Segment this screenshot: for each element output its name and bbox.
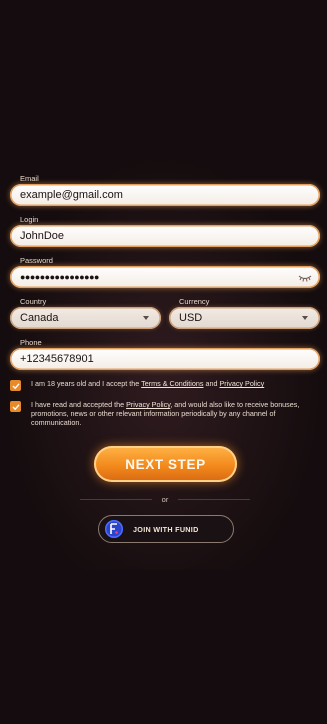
chevron-down-icon bbox=[302, 316, 308, 320]
currency-select[interactable]: USD bbox=[169, 307, 320, 329]
password-field[interactable]: ●●●●●●●●●●●●●●●● bbox=[10, 266, 320, 288]
phone-label: Phone bbox=[20, 338, 42, 347]
login-value: JohnDoe bbox=[20, 230, 65, 242]
password-value: ●●●●●●●●●●●●●●●● bbox=[20, 272, 99, 282]
password-label: Password bbox=[20, 256, 53, 265]
login-field[interactable]: JohnDoe bbox=[10, 225, 320, 247]
phone-value: +12345678901 bbox=[20, 353, 94, 365]
age-consent-row: I am 18 years old and I accept the Terms… bbox=[10, 379, 320, 391]
chevron-down-icon bbox=[143, 316, 149, 320]
funid-logo-icon bbox=[105, 520, 123, 538]
check-icon bbox=[12, 403, 20, 410]
marketing-privacy-policy-link[interactable]: Privacy Policy bbox=[126, 400, 170, 409]
or-label: or bbox=[161, 494, 169, 504]
age-consent-text: I am 18 years old and I accept the Terms… bbox=[31, 379, 306, 388]
next-step-button[interactable]: NEXT STEP bbox=[94, 446, 237, 482]
marketing-consent-text: I have read and accepted the Privacy Pol… bbox=[31, 400, 306, 427]
country-select[interactable]: Canada bbox=[10, 307, 161, 329]
divider-line-left bbox=[80, 498, 152, 500]
check-icon bbox=[12, 382, 20, 389]
or-divider: or bbox=[80, 494, 251, 504]
registration-form: Email example@gmail.com Login JohnDoe Pa… bbox=[10, 174, 320, 427]
age-consent-and: and bbox=[203, 379, 220, 388]
currency-label: Currency bbox=[179, 297, 210, 306]
email-field[interactable]: example@gmail.com bbox=[10, 184, 320, 206]
login-label: Login bbox=[20, 215, 39, 224]
divider-line-right bbox=[178, 498, 251, 500]
email-label: Email bbox=[20, 174, 39, 183]
phone-field[interactable]: +12345678901 bbox=[10, 348, 320, 370]
currency-value: USD bbox=[179, 312, 203, 324]
email-value: example@gmail.com bbox=[20, 189, 123, 201]
age-consent-checkbox[interactable] bbox=[10, 380, 21, 391]
funid-label: JOIN WITH FUNID bbox=[133, 524, 199, 534]
marketing-consent-checkbox[interactable] bbox=[10, 401, 21, 412]
country-label: Country bbox=[20, 297, 47, 306]
eye-closed-icon[interactable] bbox=[298, 271, 312, 283]
terms-link[interactable]: Terms & Conditions bbox=[141, 379, 203, 388]
country-value: Canada bbox=[20, 312, 59, 324]
marketing-consent-row: I have read and accepted the Privacy Pol… bbox=[10, 400, 320, 427]
age-consent-prefix: I am 18 years old and I accept the bbox=[31, 379, 142, 388]
marketing-consent-prefix: I have read and accepted the bbox=[31, 400, 127, 409]
privacy-policy-link[interactable]: Privacy Policy bbox=[219, 379, 264, 388]
join-with-funid-button[interactable]: JOIN WITH FUNID bbox=[98, 515, 234, 543]
